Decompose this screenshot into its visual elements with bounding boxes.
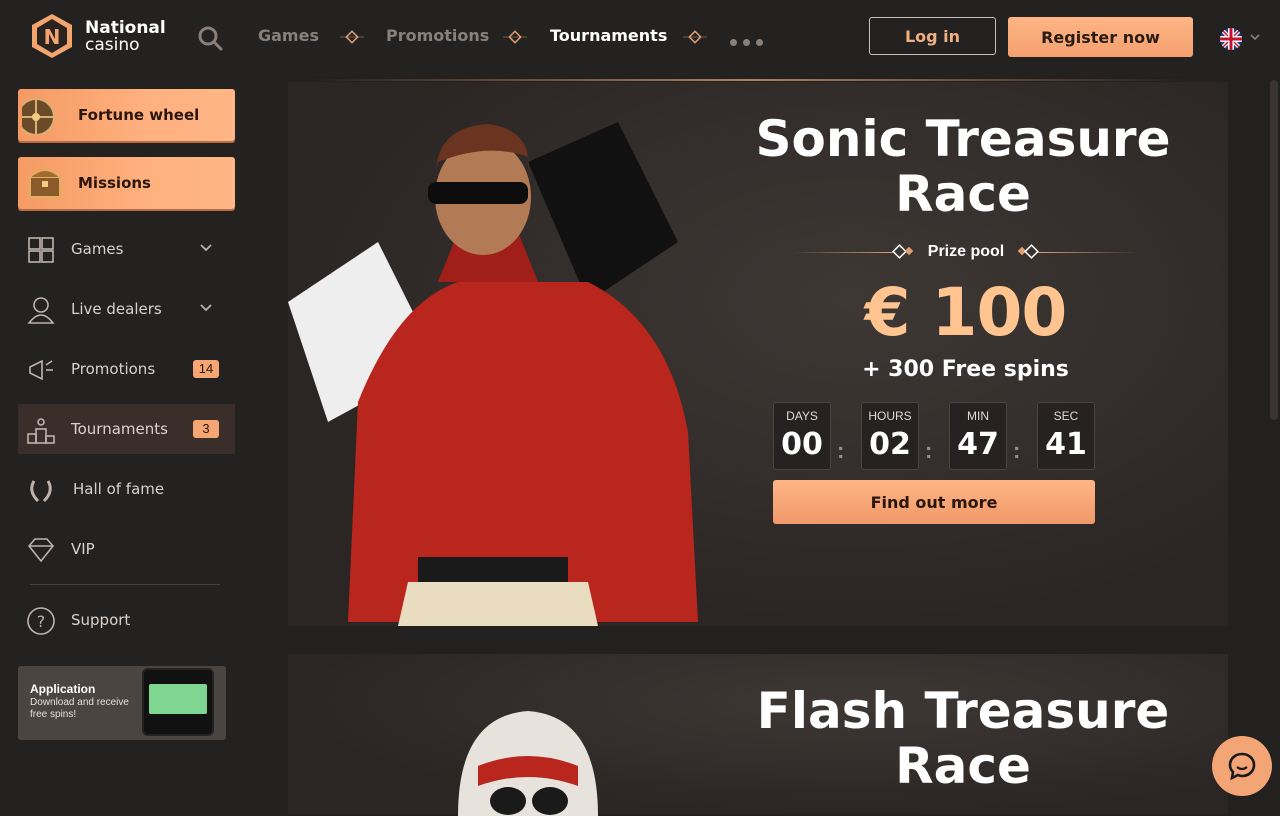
diamond-icon (27, 538, 55, 563)
podium-icon (27, 418, 55, 444)
header: N National casino Games Promotions Tourn… (0, 0, 1280, 76)
nav-tournaments[interactable]: Tournaments (550, 26, 667, 45)
top-accent-line (308, 79, 1188, 81)
title-line-2: Race (895, 165, 1031, 223)
more-menu-icon[interactable] (730, 33, 769, 51)
scrollbar-thumb[interactable] (1270, 80, 1278, 420)
diamond-ornament-icon (892, 244, 914, 259)
nav-separator-icon (503, 30, 527, 44)
title-line-1: Flash Treasure (756, 682, 1170, 740)
promotions-count-badge: 14 (193, 360, 219, 378)
sidebar-item-support[interactable]: ? Support (18, 595, 235, 645)
nav-separator-icon (340, 30, 364, 44)
countdown-value: 47 (957, 427, 999, 462)
svg-text:N: N (44, 25, 61, 49)
sidebar-item-label: Support (71, 611, 131, 629)
find-out-more-button[interactable]: Find out more (773, 480, 1095, 524)
app-card-title: Application (30, 682, 96, 696)
logo-text: National casino (85, 20, 166, 54)
countdown-colon: : (837, 438, 845, 463)
logo-badge-icon: N (32, 14, 72, 58)
svg-text:?: ? (37, 612, 46, 631)
logo[interactable]: N National casino (30, 12, 170, 62)
tournament-title: Flash Treasure Race (753, 684, 1173, 794)
missions-label: Missions (78, 174, 151, 192)
prize-pool-row: Prize pool (793, 242, 1138, 262)
sidebar-item-games[interactable]: Games (18, 224, 235, 274)
register-button[interactable]: Register now (1008, 17, 1193, 57)
missions-button[interactable]: Missions (18, 157, 235, 209)
chat-button[interactable] (1212, 736, 1272, 796)
login-button[interactable]: Log in (869, 17, 996, 55)
logo-line2: casino (85, 35, 140, 55)
sidebar-item-label: Games (71, 240, 124, 258)
puzzle-icon (28, 237, 54, 263)
sidebar-item-vip[interactable]: VIP (18, 524, 235, 574)
prize-pool-label: Prize pool (927, 243, 1005, 260)
countdown-colon: : (925, 438, 933, 463)
countdown-value: 41 (1045, 427, 1087, 462)
racer-illustration (288, 122, 698, 626)
countdown-value: 00 (781, 427, 823, 462)
phone-image (142, 668, 214, 736)
sidebar-item-label: Hall of fame (73, 480, 165, 498)
treasure-chest-icon (29, 169, 61, 198)
tournament-title: Sonic Treasure Race (753, 112, 1173, 222)
countdown-unit: DAYS (786, 409, 818, 423)
sidebar: Fortune wheel Missions Games Live dealer… (0, 76, 250, 812)
countdown-unit: HOURS (868, 409, 912, 423)
tournaments-count-badge: 3 (193, 420, 219, 438)
prize-amount: € 100 (864, 274, 1068, 351)
uk-flag-icon[interactable] (1220, 28, 1242, 50)
sidebar-item-hall-of-fame[interactable]: Hall of fame (18, 464, 235, 514)
sidebar-item-label: Promotions (71, 360, 156, 378)
search-icon[interactable] (196, 24, 224, 52)
countdown-unit: SEC (1053, 409, 1079, 423)
dealer-icon (27, 297, 55, 324)
sidebar-item-label: VIP (71, 540, 95, 558)
sidebar-item-live-dealers[interactable]: Live dealers (18, 284, 235, 334)
sidebar-item-tournaments[interactable]: Tournaments 3 (18, 404, 235, 454)
fortune-wheel-button[interactable]: Fortune wheel (18, 89, 235, 141)
chevron-down-icon (200, 244, 212, 252)
laurel-icon (30, 480, 52, 503)
main-content: Sonic Treasure Race Prize pool € 100 + 3… (258, 79, 1258, 816)
chat-bubble-icon (1228, 752, 1256, 781)
nav-separator-icon (683, 30, 707, 44)
chevron-down-icon (200, 304, 212, 312)
tournament-card-flash: Flash Treasure Race (288, 654, 1228, 816)
app-card-text: Download and receive free spins! (30, 697, 129, 720)
helmet-illustration (458, 711, 598, 816)
chevron-down-icon[interactable] (1249, 32, 1261, 42)
fortune-wheel-icon (22, 98, 55, 135)
countdown-hours: HOURS 02 (861, 402, 919, 470)
countdown-value: 02 (869, 427, 911, 462)
free-spins: + 300 Free spins (862, 357, 1069, 382)
countdown-seconds: SEC 41 (1037, 402, 1095, 470)
sidebar-item-label: Tournaments (71, 420, 168, 438)
countdown-days: DAYS 00 (773, 402, 831, 470)
countdown-minutes: MIN 47 (949, 402, 1007, 470)
megaphone-icon (29, 359, 53, 381)
app-download-card[interactable]: Application Download and receive free sp… (18, 666, 226, 740)
title-line-2: Race (895, 737, 1031, 795)
sidebar-item-label: Live dealers (71, 300, 162, 318)
nav-promotions[interactable]: Promotions (386, 26, 489, 45)
tournament-card-sonic: Sonic Treasure Race Prize pool € 100 + 3… (288, 82, 1228, 626)
fortune-wheel-label: Fortune wheel (78, 106, 200, 124)
question-icon: ? (27, 607, 55, 635)
sidebar-divider (30, 584, 220, 585)
title-line-1: Sonic Treasure (755, 110, 1171, 168)
sidebar-item-promotions[interactable]: Promotions 14 (18, 344, 235, 394)
countdown-unit: MIN (967, 409, 989, 423)
nav-games[interactable]: Games (258, 26, 319, 45)
countdown-colon: : (1013, 438, 1021, 463)
